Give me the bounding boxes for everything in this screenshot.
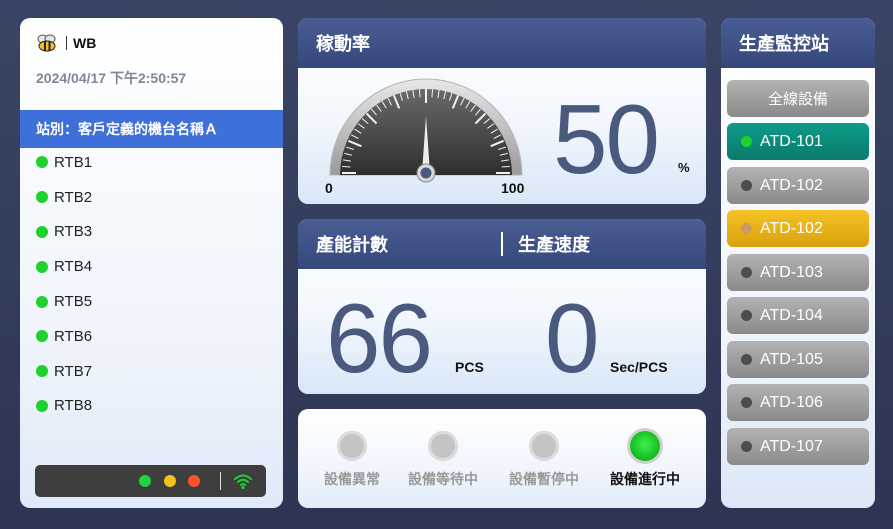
gauge-minor-tick — [418, 89, 421, 98]
rtb-list: RTB1 RTB2 RTB3 RTB4 RTB5 RTB6 RTB7 RTB8 — [36, 145, 92, 423]
monitor-panel: 生產監控站 全線設備 ATD-101 ATD-102 ATD-102 ATD-1… — [721, 18, 875, 508]
status-label: 設備異常 — [324, 471, 380, 487]
capacity-card: 產能計數 生產速度 66 PCS 0 Sec/PCS — [298, 219, 706, 394]
gauge-min-label: 0 — [325, 180, 333, 196]
status-dot-icon — [741, 310, 752, 321]
status-dot-icon — [741, 223, 752, 234]
yellow-light-icon — [164, 475, 176, 487]
station-button-atd-101[interactable]: ATD-101 — [727, 123, 869, 160]
status-label: 設備等待中 — [408, 471, 478, 487]
datetime: 2024/04/17 下午2:50:57 — [36, 70, 187, 86]
status-dot-icon — [36, 191, 48, 204]
station-button-atd-104[interactable]: ATD-104 — [727, 297, 869, 334]
utilization-unit: % — [678, 160, 690, 175]
station-label: ATD-101 — [760, 132, 823, 150]
station-label: ATD-105 — [760, 350, 823, 368]
station-label: ATD-102 — [760, 176, 823, 194]
utilization-title: 稼動率 — [298, 18, 706, 68]
status-abnormal: 設備異常 — [302, 431, 402, 489]
status-dot-icon — [36, 260, 48, 273]
capacity-count-value: 66 — [326, 283, 433, 393]
all-equipment-button[interactable]: 全線設備 — [727, 80, 869, 117]
utilization-value: 50 — [553, 84, 660, 194]
header-divider — [501, 232, 503, 256]
gauge-minor-tick — [431, 89, 434, 98]
green-light-icon — [139, 475, 151, 487]
status-dot-icon — [36, 365, 48, 378]
status-light-icon — [428, 431, 458, 461]
status-dot-icon — [36, 399, 48, 412]
capacity-count-title: 產能計數 — [316, 235, 388, 255]
status-dot-icon — [741, 180, 752, 191]
station-button-atd-102-warning[interactable]: ATD-102 — [727, 210, 869, 247]
rtb-label: RTB7 — [54, 362, 93, 380]
status-dot-icon — [741, 136, 752, 147]
rtb-item[interactable]: RTB1 — [36, 145, 92, 180]
red-light-icon — [188, 475, 200, 487]
status-dot-icon — [741, 354, 752, 365]
gauge-minor-tick — [342, 165, 351, 168]
station-button-atd-105[interactable]: ATD-105 — [727, 341, 869, 378]
rtb-label: RTB2 — [54, 188, 93, 206]
rtb-item[interactable]: RTB2 — [36, 180, 92, 215]
status-paused: 設備暫停中 — [494, 431, 594, 489]
station-button-atd-107[interactable]: ATD-107 — [727, 428, 869, 465]
station-label: ATD-107 — [760, 437, 823, 455]
production-speed-unit: Sec/PCS — [610, 359, 668, 375]
status-label: 設備進行中 — [610, 471, 680, 487]
brand-name: WB — [73, 35, 97, 51]
utilization-gauge — [329, 78, 523, 183]
status-dot-icon — [36, 225, 48, 238]
status-light-icon — [529, 431, 559, 461]
status-dot-icon — [741, 441, 752, 452]
station-label: ATD-102 — [760, 219, 823, 237]
rtb-label: RTB3 — [54, 223, 93, 241]
monitor-title: 生產監控站 — [721, 18, 875, 68]
brand: WB — [36, 34, 96, 52]
status-dot-icon — [36, 330, 48, 343]
bee-logo-icon — [37, 34, 56, 52]
station-name-bar[interactable]: 站別：客戶定義的機台名稱Ａ — [20, 110, 283, 148]
status-light-icon — [630, 431, 660, 461]
rtb-label: RTB5 — [54, 293, 93, 311]
station-button-atd-106[interactable]: ATD-106 — [727, 384, 869, 421]
rtb-label: RTB8 — [54, 397, 93, 415]
status-dot-icon — [741, 267, 752, 278]
connection-status-bar — [35, 465, 266, 497]
gauge-minor-tick — [501, 165, 510, 168]
capacity-count-unit: PCS — [455, 359, 484, 375]
rtb-label: RTB6 — [54, 327, 93, 345]
status-dot-icon — [36, 156, 48, 169]
rtb-item[interactable]: RTB5 — [36, 284, 92, 319]
station-button-atd-102[interactable]: ATD-102 — [727, 167, 869, 204]
rtb-item[interactable]: RTB4 — [36, 249, 92, 284]
utilization-card: 稼動率 0 100 50 % — [298, 18, 706, 204]
status-dot-icon — [741, 397, 752, 408]
station-label: ATD-106 — [760, 393, 823, 411]
station-button-atd-103[interactable]: ATD-103 — [727, 254, 869, 291]
status-label: 設備暫停中 — [509, 471, 579, 487]
divider — [220, 472, 221, 490]
gauge-max-label: 100 — [501, 180, 525, 196]
rtb-item[interactable]: RTB3 — [36, 215, 92, 250]
capacity-header: 產能計數 生產速度 — [298, 219, 706, 269]
status-light-icon — [337, 431, 367, 461]
rtb-label: RTB4 — [54, 258, 93, 276]
production-speed-title: 生產速度 — [518, 235, 590, 255]
status-running: 設備進行中 — [595, 431, 695, 489]
wifi-icon — [234, 474, 252, 490]
rtb-item[interactable]: RTB7 — [36, 354, 92, 389]
production-speed-value: 0 — [545, 283, 600, 393]
rtb-label: RTB1 — [54, 153, 93, 171]
rtb-item[interactable]: RTB6 — [36, 319, 92, 354]
status-dot-icon — [36, 295, 48, 308]
station-label: ATD-104 — [760, 306, 823, 324]
equipment-status-card: 設備異常 設備等待中 設備暫停中 設備進行中 — [298, 409, 706, 508]
status-waiting: 設備等待中 — [393, 431, 493, 489]
rtb-item[interactable]: RTB8 — [36, 389, 92, 424]
station-label: ATD-103 — [760, 263, 823, 281]
station-panel: WB 2024/04/17 下午2:50:57 站別：客戶定義的機台名稱Ａ RT… — [20, 18, 283, 508]
